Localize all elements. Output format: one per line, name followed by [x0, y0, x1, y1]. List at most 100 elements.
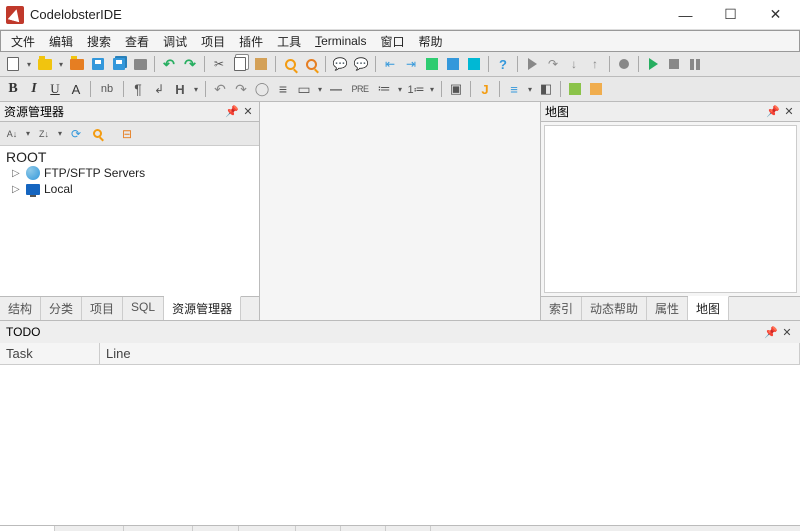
minimize-button[interactable]: — — [663, 1, 708, 29]
olist-button[interactable]: 1≔ — [407, 80, 425, 98]
sort-za-button[interactable]: Z↓ — [35, 125, 53, 143]
close-panel-icon[interactable]: ✕ — [782, 105, 796, 119]
circle-button[interactable]: ◯ — [253, 80, 271, 98]
close-panel-icon[interactable]: ✕ — [241, 105, 255, 119]
font-button[interactable]: A — [67, 80, 85, 98]
linebreak-button[interactable]: ↲ — [150, 80, 168, 98]
tab-monitor[interactable]: 监视器 — [239, 526, 296, 531]
maximize-button[interactable]: ☐ — [708, 1, 753, 29]
nav-back-button[interactable]: ↶ — [211, 80, 229, 98]
expand-icon[interactable]: ▷ — [12, 184, 22, 195]
expand-icon[interactable]: ▷ — [12, 168, 22, 179]
css-dropdown[interactable]: ▾ — [526, 85, 534, 94]
menu-terminals[interactable]: Terminals — [309, 32, 372, 50]
tab-map[interactable]: 地图 — [688, 296, 729, 320]
css-button[interactable]: ≡ — [505, 80, 523, 98]
pause-button[interactable] — [686, 55, 704, 73]
refresh-button[interactable]: ⟳ — [67, 125, 85, 143]
open-button[interactable] — [36, 55, 54, 73]
outdent-button[interactable]: ⇤ — [381, 55, 399, 73]
play-button[interactable] — [644, 55, 662, 73]
col-line[interactable]: Line — [100, 343, 800, 364]
new-file-dropdown[interactable]: ▾ — [25, 60, 33, 69]
cut-button[interactable]: ✂ — [210, 55, 228, 73]
menu-help[interactable]: 帮助 — [413, 31, 449, 52]
tab-localvars[interactable]: 本地 — [193, 526, 238, 531]
toggle3-button[interactable] — [465, 55, 483, 73]
paste-button[interactable] — [252, 55, 270, 73]
menu-view[interactable]: 查看 — [119, 31, 155, 52]
col-task[interactable]: Task — [0, 343, 100, 364]
nav-fwd-button[interactable]: ↷ — [232, 80, 250, 98]
tree-item-local[interactable]: ▷ Local — [6, 181, 253, 197]
step-into-button[interactable]: ↓ — [565, 55, 583, 73]
close-button[interactable]: ✕ — [753, 1, 798, 29]
menu-search[interactable]: 搜索 — [81, 31, 117, 52]
tab-callstack[interactable]: 调用堆栈 — [124, 526, 193, 531]
heading-button[interactable]: H — [171, 80, 189, 98]
print-button[interactable] — [131, 55, 149, 73]
tab-searchresults[interactable]: 搜索结果 — [55, 526, 124, 531]
heading-dropdown[interactable]: ▾ — [192, 85, 200, 94]
pin-icon[interactable]: 📌 — [225, 105, 239, 119]
underline-button[interactable]: U — [46, 80, 64, 98]
uncomment-button[interactable]: 💬 — [352, 55, 370, 73]
copy-button[interactable] — [231, 55, 249, 73]
menu-tools[interactable]: 工具 — [271, 31, 307, 52]
new-file-button[interactable] — [4, 55, 22, 73]
undo-button[interactable]: ↶ — [160, 55, 178, 73]
tab-output[interactable]: 输出 — [296, 526, 341, 531]
bold-button[interactable]: B — [4, 80, 22, 98]
tab-dynhelp[interactable]: 动态帮助 — [582, 297, 647, 320]
hr-button[interactable]: — — [327, 80, 345, 98]
toggle1-button[interactable] — [423, 55, 441, 73]
folder-button[interactable] — [68, 55, 86, 73]
paragraph-button[interactable]: ¶ — [129, 80, 147, 98]
open-dropdown[interactable]: ▾ — [57, 60, 65, 69]
tab-category[interactable]: 分类 — [41, 297, 82, 320]
close-panel-icon[interactable]: ✕ — [780, 325, 794, 339]
menu-file[interactable]: 文件 — [5, 31, 41, 52]
indent-button[interactable]: ⇥ — [402, 55, 420, 73]
sort-za-dropdown[interactable]: ▾ — [56, 129, 64, 138]
menu-window[interactable]: 窗口 — [374, 31, 410, 52]
find-tree-button[interactable] — [88, 125, 106, 143]
tab-structure[interactable]: 结构 — [0, 297, 41, 320]
pin-icon[interactable]: 📌 — [764, 325, 778, 339]
less-button[interactable]: ◧ — [537, 80, 555, 98]
find-files-button[interactable] — [302, 55, 320, 73]
nbsp-button[interactable]: nb — [96, 80, 118, 98]
tab-props[interactable]: 属性 — [647, 297, 688, 320]
find-button[interactable] — [281, 55, 299, 73]
menu-edit[interactable]: 编辑 — [43, 31, 79, 52]
save-all-button[interactable] — [110, 55, 128, 73]
ulist-dropdown[interactable]: ▾ — [396, 85, 404, 94]
div-dropdown[interactable]: ▾ — [316, 85, 324, 94]
tab-sql[interactable]: SQL — [123, 297, 164, 320]
menu-plugins[interactable]: 插件 — [233, 31, 269, 52]
collapse-button[interactable]: ⊟ — [118, 125, 136, 143]
pin-icon[interactable]: 📌 — [766, 105, 780, 119]
ulist-button[interactable]: ≔ — [375, 80, 393, 98]
tab-project[interactable]: 项目 — [82, 297, 123, 320]
pre-button[interactable]: PRE — [348, 80, 372, 98]
image-button[interactable]: ▣ — [447, 80, 465, 98]
template-button[interactable] — [587, 80, 605, 98]
toggle2-button[interactable] — [444, 55, 462, 73]
help-button[interactable]: ? — [494, 55, 512, 73]
snippet-button[interactable] — [566, 80, 584, 98]
tab-todo[interactable]: TODO — [0, 526, 55, 531]
js-button[interactable]: J — [476, 80, 494, 98]
tab-bookmarks[interactable]: 书签 — [341, 526, 386, 531]
sort-az-button[interactable]: A↓ — [3, 125, 21, 143]
tab-explorer[interactable]: 资源管理器 — [164, 296, 241, 320]
stop-button[interactable] — [665, 55, 683, 73]
breakpoint-button[interactable] — [615, 55, 633, 73]
sort-az-dropdown[interactable]: ▾ — [24, 129, 32, 138]
align-button[interactable]: ≡ — [274, 80, 292, 98]
olist-dropdown[interactable]: ▾ — [428, 85, 436, 94]
menu-project[interactable]: 项目 — [195, 31, 231, 52]
tree-root[interactable]: ROOT — [6, 149, 253, 165]
menu-debug[interactable]: 调试 — [157, 31, 193, 52]
run-button[interactable] — [523, 55, 541, 73]
